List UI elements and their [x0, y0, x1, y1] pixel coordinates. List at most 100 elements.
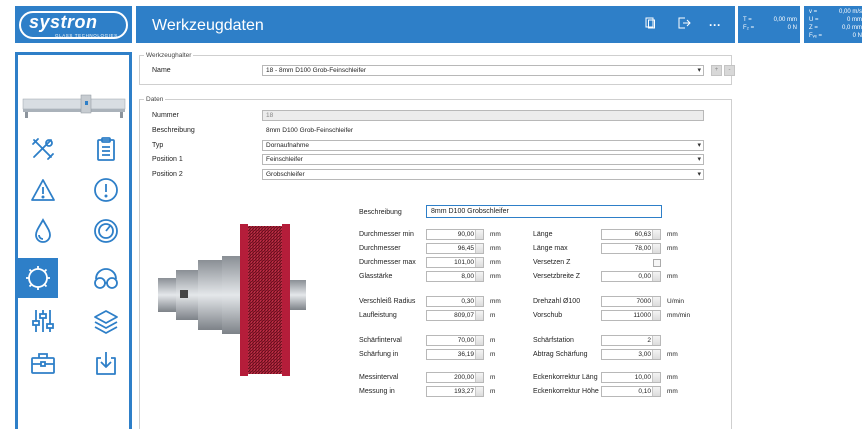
logo-subtitle: GLASS TECHNOLOGIES — [55, 33, 118, 38]
param-label: Versetzen Z — [533, 259, 571, 266]
warning-icon[interactable] — [25, 172, 61, 208]
param-input[interactable]: 8,00 — [426, 271, 484, 282]
param-label: Durchmesser max — [359, 259, 416, 266]
param-input[interactable]: 200,00 — [426, 372, 484, 383]
sliders-icon[interactable] — [25, 303, 61, 339]
readout-panel-1: T = 0,00 mm F₂ = 0 N — [738, 6, 800, 43]
tools-icon[interactable] — [25, 131, 61, 167]
holder-name-select[interactable]: 18 - 8mm D100 Grob-Feinschleifer — [262, 65, 704, 76]
param-input[interactable]: 70,00 — [426, 335, 484, 346]
holder-legend: Werkzeughalter — [146, 52, 192, 59]
param-label: Vorschub — [533, 312, 563, 319]
window-edge — [0, 0, 10, 429]
layers-icon[interactable] — [88, 303, 124, 339]
clipboard-icon[interactable] — [88, 131, 124, 167]
param-input[interactable]: 101,00 — [426, 257, 484, 268]
nummer-label: Nummer — [152, 112, 179, 119]
header-bar: Werkzeugdaten ··· — [136, 6, 735, 43]
param-label: Eckenkorrektur Höhe — [533, 388, 599, 395]
toolbox-icon[interactable] — [25, 345, 61, 381]
param-label: Schärfinterval — [359, 337, 402, 344]
position-2-select[interactable]: Grobschleifer — [262, 169, 704, 180]
param-input[interactable]: 0,00 — [601, 271, 661, 282]
t-value: 0,00 mm — [773, 17, 797, 23]
v-value: 0,00 m/s — [838, 9, 862, 15]
beschreibung-field[interactable]: 8mm D100 Grob-Feinschleifer — [262, 125, 704, 136]
param-unit: mm — [667, 245, 678, 252]
remove-holder-button[interactable]: - — [724, 65, 735, 76]
param-label: Laufleistung — [359, 312, 397, 319]
param-unit: mm/min — [667, 312, 691, 319]
more-icon[interactable]: ··· — [707, 17, 723, 33]
param-input[interactable]: 193,27 — [426, 386, 484, 397]
holder-name-label: Name — [152, 67, 171, 74]
param-label: Länge — [533, 231, 553, 238]
param-input[interactable]: 7000 — [601, 296, 661, 307]
param-input[interactable]: 3,00 — [601, 349, 661, 360]
param-input[interactable]: 0,10 — [601, 386, 661, 397]
param-unit: m — [490, 337, 496, 344]
position-2-label: Position 2 — [152, 171, 183, 178]
param-input[interactable]: 10,00 — [601, 372, 661, 383]
exit-icon[interactable] — [676, 17, 692, 33]
grinding-wheel-icon[interactable] — [18, 258, 58, 298]
param-unit: mm — [490, 273, 501, 280]
copy-icon[interactable] — [642, 17, 658, 33]
logo: systron GLASS TECHNOLOGIES — [15, 6, 132, 43]
u-label: U = — [809, 17, 819, 23]
param-label: Versetzbreite Z — [533, 273, 581, 280]
glasses-icon[interactable] — [88, 260, 124, 296]
versetzen-z-checkbox[interactable] — [653, 259, 661, 267]
param-input[interactable]: 809,07 — [426, 310, 484, 321]
download-icon[interactable] — [88, 345, 124, 381]
tool-beschreibung-input[interactable]: 8mm D100 Grobschleifer — [426, 205, 662, 218]
param-label: Verschleiß Radius — [359, 298, 416, 305]
param-label: Länge max — [533, 245, 568, 252]
z-value: 0,0 mm — [841, 25, 862, 31]
param-label: Eckenkorrektur Läng — [533, 374, 598, 381]
add-holder-button[interactable]: + — [711, 65, 722, 76]
param-unit: m — [490, 312, 496, 319]
tool-beschreibung-label: Beschreibung — [359, 209, 402, 216]
param-unit: m — [490, 388, 496, 395]
water-drop-icon[interactable] — [25, 213, 61, 249]
param-label: Durchmesser — [359, 245, 401, 252]
tool-image — [158, 224, 306, 376]
param-label: Glasstärke — [359, 273, 393, 280]
param-input[interactable]: 11000 — [601, 310, 661, 321]
u-value: 0 mm — [847, 17, 862, 23]
param-unit: m — [490, 374, 496, 381]
data-legend: Daten — [146, 96, 164, 103]
param-unit: mm — [667, 374, 678, 381]
param-unit: mm — [490, 259, 501, 266]
param-unit: U/min — [667, 298, 684, 305]
f-label: Fᵥₑ = — [809, 33, 822, 39]
readout-panel-2: v = 0,00 m/s U = 0 mm Z = 0,0 mm Fᵥₑ = 0… — [804, 6, 862, 43]
param-input[interactable]: 0,30 — [426, 296, 484, 307]
gauge-icon[interactable] — [88, 213, 124, 249]
param-unit: mm — [667, 351, 678, 358]
sidebar — [15, 52, 132, 429]
page-title: Werkzeugdaten — [152, 17, 264, 34]
typ-select[interactable]: Dornaufnahme — [262, 140, 704, 151]
param-input[interactable]: 78,00 — [601, 243, 661, 254]
param-unit: mm — [490, 231, 501, 238]
nummer-field[interactable]: 18 — [262, 110, 704, 121]
param-unit: mm — [490, 298, 501, 305]
param-input[interactable]: 60,63 — [601, 229, 661, 240]
f-value: 0 N — [852, 33, 862, 39]
param-label: Messung in — [359, 388, 395, 395]
param-input[interactable]: 90,00 — [426, 229, 484, 240]
position-1-select[interactable]: Feinschleifer — [262, 154, 704, 165]
fz-label: F₂ = — [743, 25, 755, 31]
v-label: v = — [809, 9, 818, 15]
param-input[interactable]: 36,19 — [426, 349, 484, 360]
param-unit: mm — [667, 273, 678, 280]
info-icon[interactable] — [88, 172, 124, 208]
param-unit: mm — [667, 231, 678, 238]
param-label: Schärfung in — [359, 351, 399, 358]
param-input[interactable]: 2 — [601, 335, 661, 346]
param-label: Schärfstation — [533, 337, 574, 344]
logo-text: systron — [29, 12, 98, 32]
param-input[interactable]: 96,45 — [426, 243, 484, 254]
